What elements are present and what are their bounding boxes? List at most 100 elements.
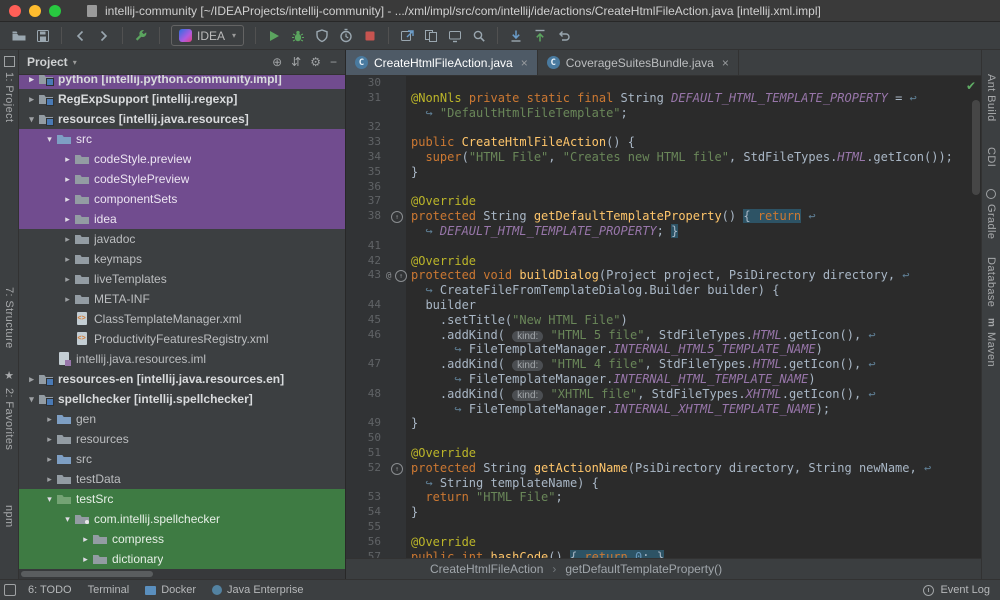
scrollbar-thumb[interactable] [21,571,153,577]
vcs-commit-button[interactable] [529,25,551,47]
status-bar-button[interactable]: 6: TODO [28,584,72,596]
close-window-button[interactable] [9,4,21,17]
code-line[interactable]: ↪ String templateName) { [346,475,981,491]
open-in-browser-button[interactable] [396,25,418,47]
tree-item[interactable]: ▸ compress [19,529,345,549]
tool-window-switcher-icon[interactable] [4,584,16,596]
background-tasks-icon[interactable] [923,584,935,596]
code-line[interactable]: 55 [346,519,981,535]
vcs-rollback-button[interactable] [553,25,575,47]
stop-button[interactable] [359,25,381,47]
code-line[interactable]: 42 @Override [346,253,981,269]
code-line[interactable]: ↪ FileTemplateManager.INTERNAL_XHTML_TEM… [346,401,981,417]
editor-tab[interactable]: C CreateHtmlFileAction.java × [346,50,538,75]
tree-item[interactable]: ▾ src [19,129,345,149]
chevron-right-icon[interactable]: ▸ [25,374,38,385]
code-line[interactable]: 43 protected void buildDialog(Project pro… [346,268,981,284]
code-line[interactable]: 52 protected String getActionName(PsiDire… [346,460,981,476]
chevron-down-icon[interactable]: ▾ [61,514,74,525]
code-line[interactable]: 41 [346,238,981,254]
code-line[interactable]: ↪ "DefaultHtmlFileTemplate"; [346,105,981,121]
tree-item[interactable]: ▸ dictionary [19,549,345,569]
code-line[interactable]: 49} [346,416,981,432]
code-line[interactable]: ↪ DEFAULT_HTML_TEMPLATE_PROPERTY; } [346,223,981,239]
code-line[interactable]: 37 @Override [346,194,981,210]
code-line[interactable]: 51 @Override [346,445,981,461]
code-line[interactable]: 46 .addKind( kind: "HTML 5 file", StdFil… [346,327,981,343]
code-line[interactable]: 48 .addKind( kind: "XHTML file", StdFile… [346,386,981,402]
code-line[interactable]: 38 protected String getDefaultTemplatePro… [346,209,981,224]
chevron-right-icon[interactable]: ▸ [79,534,92,545]
forward-button[interactable] [93,25,115,47]
chevron-right-icon[interactable]: ▸ [61,174,74,185]
tree-item[interactable]: ▸ testData [19,469,345,489]
status-bar-button[interactable]: Docker [145,584,196,596]
tree-item[interactable]: ▸ codeStyle.preview [19,149,345,169]
code-line[interactable]: 33 public CreateHtmlFileAction() { [346,135,981,150]
back-button[interactable] [69,25,91,47]
tool-stripe-button-ant-build[interactable]: Ant Build [985,74,997,122]
chevron-right-icon[interactable]: ▸ [43,474,56,485]
code-line[interactable]: 36 [346,179,981,195]
editor[interactable]: 30 31 @NonNls private static final String … [346,76,981,558]
debug-button[interactable] [287,25,309,47]
tree-item[interactable]: ▾ com.intellij.spellchecker [19,509,345,529]
chevron-right-icon[interactable]: ▸ [43,414,56,425]
tree-item[interactable]: ▸ liveTemplates [19,269,345,289]
inspections-ok-icon[interactable]: ✔ [966,79,976,93]
chevron-down-icon[interactable]: ▾ [43,134,56,145]
close-tab-icon[interactable]: × [722,56,729,70]
external-tools-button[interactable] [130,25,152,47]
tool-stripe-button-project[interactable]: 1: Project [3,56,15,122]
status-bar-button[interactable]: Terminal [88,584,130,596]
editor-tab[interactable]: C CoverageSuitesBundle.java × [538,50,739,75]
profiler-button[interactable] [335,25,357,47]
tool-stripe-button-gradle[interactable]: Gradle [985,188,997,239]
locate-icon[interactable]: ⊕ [272,55,282,69]
open-file-button[interactable] [8,25,30,47]
tree-item[interactable]: ▾ resources [intellij.java.resources] [19,109,345,129]
zoom-window-button[interactable] [49,4,61,17]
editor-scrollbar[interactable] [972,100,980,195]
tree-item[interactable]: ClassTemplateManager.xml [19,309,345,329]
code-line[interactable]: 47 .addKind( kind: "HTML 4 file", StdFil… [346,357,981,372]
code-line[interactable]: ↪ FileTemplateManager.INTERNAL_HTML5_TEM… [346,342,981,358]
tool-stripe-button-cdi[interactable]: CDI [985,147,997,167]
tool-stripe-button-maven[interactable]: m Maven [985,318,997,367]
tree-item[interactable]: ▸ gen [19,409,345,429]
chevron-right-icon[interactable]: ▸ [61,294,74,305]
code-line[interactable]: 34 super("HTML File", "Creates new HTML … [346,149,981,165]
breadcrumb-item[interactable]: getDefaultTemplateProperty() [565,562,722,576]
code-line[interactable]: 35} [346,164,981,180]
chevron-right-icon[interactable]: ▸ [79,554,92,565]
chevron-right-icon[interactable]: ▸ [43,454,56,465]
settings-icon[interactable]: ⚙ [310,55,321,69]
tree-item[interactable]: ▸ resources-en [intellij.java.resources.e… [19,369,345,389]
tree-item[interactable]: ▸ idea [19,209,345,229]
code-line[interactable]: 50 [346,431,981,446]
code-line[interactable]: 44 builder [346,297,981,313]
code-line[interactable]: 31 @NonNls private static final String DE… [346,90,981,106]
chevron-down-icon[interactable]: ▾ [25,394,38,405]
tree-item[interactable]: ▸ src [19,449,345,469]
chevron-right-icon[interactable]: ▸ [61,234,74,245]
chevron-right-icon[interactable]: ▸ [61,194,74,205]
override-gutter-icon[interactable] [386,460,406,476]
tree-item[interactable]: ▸ RegExpSupport [intellij.regexp] [19,89,345,109]
tree-item[interactable]: ▸ javadoc [19,229,345,249]
code-line[interactable]: 56 @Override [346,534,981,550]
chevron-right-icon[interactable]: ▸ [61,214,74,225]
code-line[interactable]: 30 [346,76,981,91]
code-line[interactable]: ↪ CreateFileFromTemplateDialog.Builder b… [346,283,981,298]
code-line[interactable]: 53 return "HTML File"; [346,490,981,506]
chevron-right-icon[interactable]: ▸ [25,75,38,85]
tool-stripe-button-database[interactable]: Database [985,257,997,307]
chevron-right-icon[interactable]: ▸ [61,274,74,285]
tree-item[interactable]: ▾ testSrc [19,489,345,509]
code-line[interactable]: 54} [346,505,981,520]
close-tab-icon[interactable]: × [521,56,528,70]
save-all-button[interactable] [32,25,54,47]
run-configuration-combo[interactable]: IDEA ▾ [171,25,245,46]
code-line[interactable]: 32 [346,120,981,136]
code-line[interactable]: ↪ FileTemplateManager.INTERNAL_HTML_TEMP… [346,371,981,387]
